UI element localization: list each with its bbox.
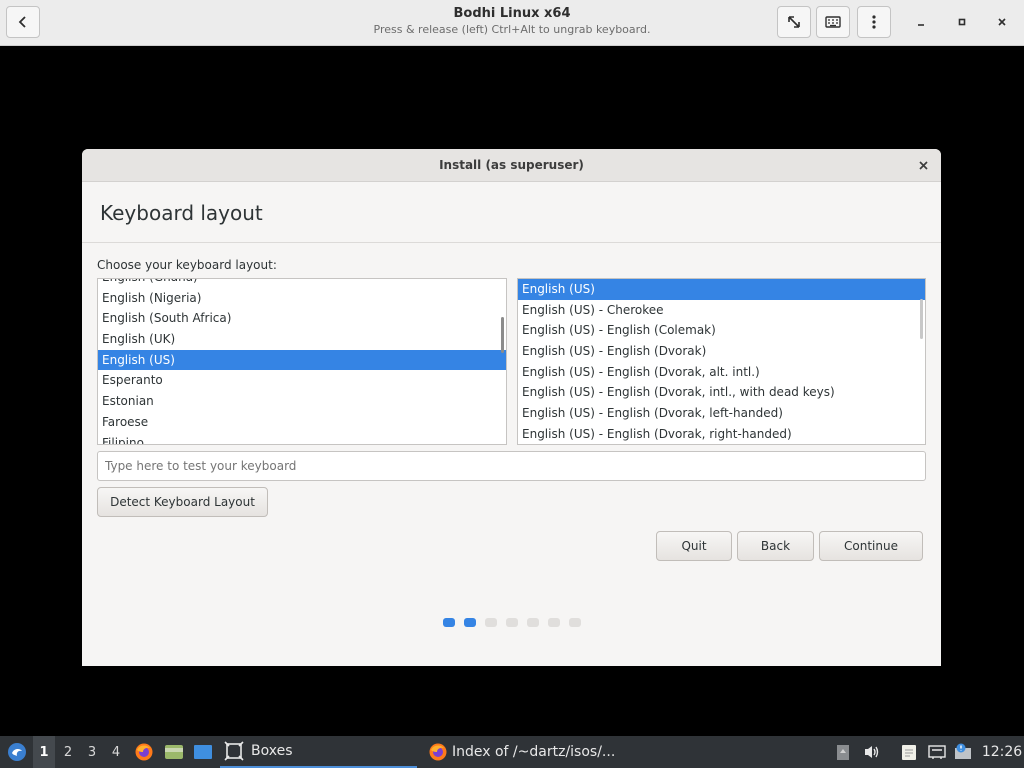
quit-button[interactable]: Quit	[656, 531, 732, 561]
list-item[interactable]: Faroese	[98, 412, 506, 433]
progress-dot	[485, 618, 497, 627]
detect-layout-button[interactable]: Detect Keyboard Layout	[97, 487, 268, 517]
bodhi-logo-icon	[8, 743, 26, 761]
workspace-4[interactable]: 4	[105, 736, 127, 768]
task-label: Index of /~dartz/isos/...	[452, 744, 616, 760]
tray-updates[interactable]	[952, 736, 974, 768]
list-item[interactable]: Esperanto	[98, 370, 506, 391]
workspace-3[interactable]: 3	[81, 736, 103, 768]
start-menu-button[interactable]	[4, 736, 30, 768]
firefox-icon	[135, 743, 153, 761]
window-subtitle: Press & release (left) Ctrl+Alt to ungra…	[373, 23, 651, 36]
list-item[interactable]: English (US) - English (Colemak)	[518, 320, 925, 341]
chevron-left-icon	[18, 16, 26, 28]
page-title: Keyboard layout	[100, 201, 263, 225]
variant-list[interactable]: English (US) English (US) - Cherokee Eng…	[517, 278, 926, 445]
maximize-icon	[958, 18, 966, 26]
close-icon	[998, 18, 1006, 26]
back-step-button[interactable]: Back	[737, 531, 814, 561]
fullscreen-button[interactable]	[777, 6, 811, 38]
dialog-close-button[interactable]	[914, 156, 932, 174]
list-item[interactable]: English (US) - Cherokee	[518, 300, 925, 321]
layout-prompt: Choose your keyboard layout:	[97, 258, 277, 272]
tray-clipboard[interactable]	[834, 736, 852, 768]
firefox-launcher[interactable]	[133, 736, 155, 768]
menu-button[interactable]	[857, 6, 891, 38]
progress-dots	[443, 618, 581, 627]
keyboard-button[interactable]	[816, 6, 850, 38]
volume-icon	[865, 746, 879, 758]
installer-dialog: Install (as superuser) Keyboard layout C…	[82, 149, 941, 666]
tray-volume[interactable]	[862, 736, 882, 768]
progress-dot	[569, 618, 581, 627]
list-item[interactable]: English (Ghana)	[98, 279, 506, 288]
list-item[interactable]: English (Nigeria)	[98, 288, 506, 309]
taskbar: 1 2 3 4 Boxes Index of /~dartz/isos/... …	[0, 736, 1024, 768]
boxes-header-bar: Bodhi Linux x64 Press & release (left) C…	[0, 0, 1024, 46]
list-item[interactable]: English (US) - English (Dvorak, right-ha…	[518, 424, 925, 444]
progress-dot	[527, 618, 539, 627]
task-label: Boxes	[251, 743, 293, 759]
desktop-launcher[interactable]	[192, 736, 214, 768]
minimize-icon	[918, 24, 924, 26]
progress-dot	[506, 618, 518, 627]
notes-icon	[902, 745, 916, 760]
tray-notes[interactable]	[899, 736, 919, 768]
variant-list-scrollbar[interactable]	[920, 299, 923, 339]
progress-dot	[548, 618, 560, 627]
boxes-icon	[224, 741, 244, 761]
close-window-button[interactable]	[990, 11, 1014, 33]
list-item[interactable]: English (US) - English (Dvorak, intl., w…	[518, 382, 925, 403]
firefox-icon	[429, 743, 447, 761]
list-item-selected[interactable]: English (US)	[518, 279, 925, 300]
keyboard-test-input[interactable]	[97, 451, 926, 481]
dialog-title: Install (as superuser)	[439, 158, 584, 172]
workspace-2[interactable]: 2	[57, 736, 79, 768]
list-item[interactable]: Estonian	[98, 391, 506, 412]
clock[interactable]: 12:26	[982, 736, 1022, 768]
progress-dot	[464, 618, 476, 627]
network-icon	[928, 745, 946, 759]
update-notification-icon	[955, 743, 971, 759]
fullscreen-icon	[788, 16, 800, 28]
clipboard-icon	[837, 745, 849, 760]
minimize-button[interactable]	[909, 11, 933, 33]
list-item[interactable]: English (US) - English (Dvorak)	[518, 341, 925, 362]
language-list[interactable]: English (Ghana) English (Nigeria) Englis…	[97, 278, 507, 445]
window-title: Bodhi Linux x64	[453, 6, 571, 21]
progress-dot	[443, 618, 455, 627]
maximize-button[interactable]	[950, 11, 974, 33]
file-manager-launcher[interactable]	[163, 736, 185, 768]
dialog-titlebar: Install (as superuser)	[82, 149, 941, 182]
back-button[interactable]	[6, 6, 40, 38]
desktop-icon	[194, 745, 212, 759]
file-manager-icon	[165, 745, 183, 759]
task-boxes[interactable]: Boxes	[220, 736, 417, 768]
list-item[interactable]: English (UK)	[98, 329, 506, 350]
list-item[interactable]: English (South Africa)	[98, 308, 506, 329]
kebab-menu-icon	[872, 15, 876, 29]
task-firefox[interactable]: Index of /~dartz/isos/...	[424, 736, 624, 768]
workspace-1[interactable]: 1	[33, 736, 55, 768]
tray-network[interactable]	[927, 736, 947, 768]
list-item[interactable]: Filipino	[98, 433, 506, 445]
keyboard-icon	[825, 16, 841, 28]
continue-button[interactable]: Continue	[819, 531, 923, 561]
list-item[interactable]: English (US) - English (Dvorak, left-han…	[518, 403, 925, 424]
list-item-selected[interactable]: English (US)	[98, 349, 506, 371]
dialog-header: Keyboard layout	[82, 182, 941, 243]
list-item[interactable]: English (US) - English (Dvorak, alt. int…	[518, 362, 925, 383]
close-icon	[918, 160, 928, 170]
language-list-scrollbar[interactable]	[501, 317, 504, 353]
